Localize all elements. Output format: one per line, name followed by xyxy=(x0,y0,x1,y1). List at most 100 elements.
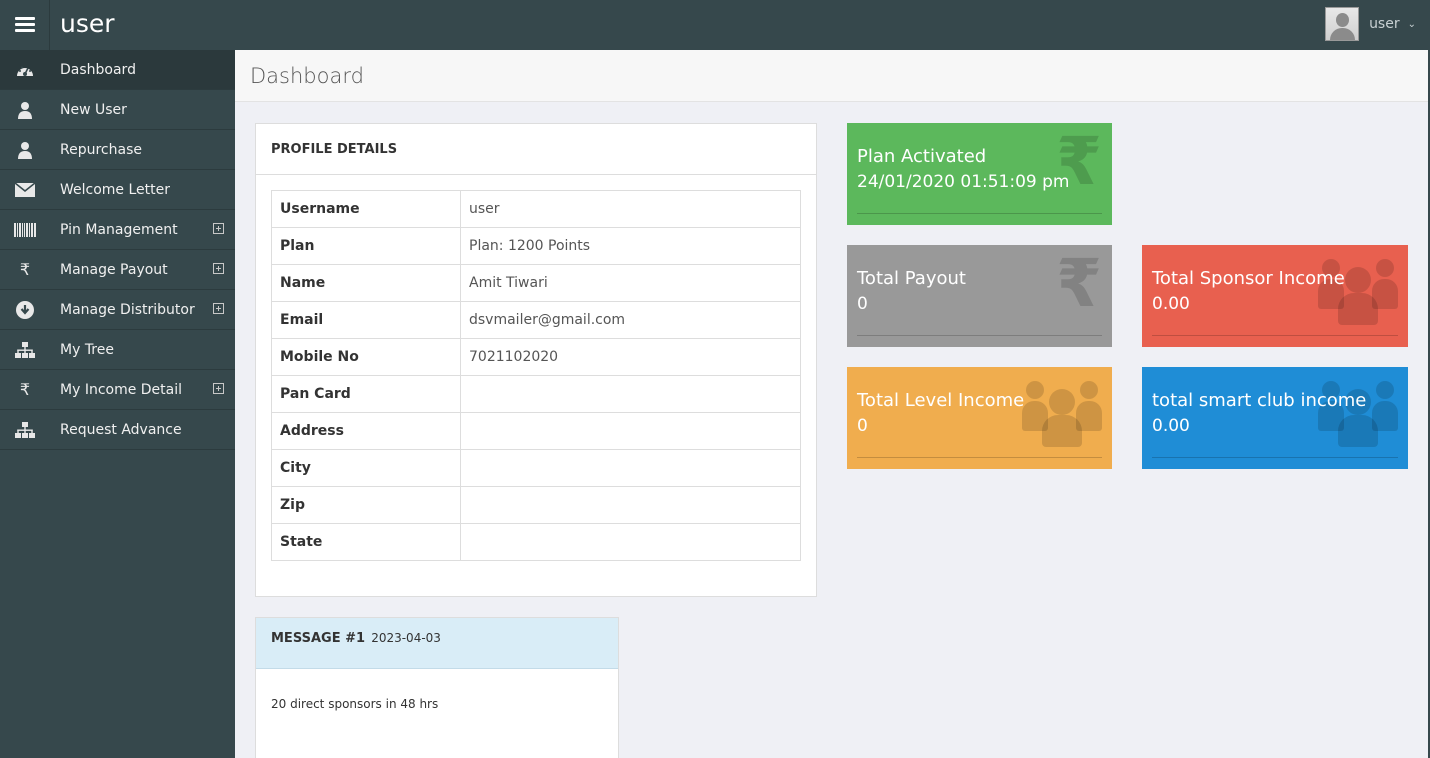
panel-title: PROFILE DETAILS xyxy=(256,124,816,175)
sidebar-item-label: Welcome Letter xyxy=(60,181,171,198)
profile-details-panel: PROFILE DETAILS Username user Plan Plan: 12… xyxy=(255,123,817,597)
divider xyxy=(857,335,1102,336)
brand-title[interactable]: user xyxy=(60,9,115,38)
message-header: MESSAGE #1 2023-04-03 xyxy=(256,618,618,669)
profile-field-label: State xyxy=(271,523,461,561)
user-icon xyxy=(0,101,50,119)
sidebar-item-welcome-letter[interactable]: Welcome Letter xyxy=(0,170,235,210)
table-row: City xyxy=(271,449,801,487)
table-row: State xyxy=(271,523,801,561)
sidebar-item-label: My Income Detail xyxy=(60,381,183,398)
sidebar-item-request-advance[interactable]: Request Advance xyxy=(0,410,235,450)
expand-plus-icon[interactable] xyxy=(213,223,224,234)
table-row: Email dsvmailer@gmail.com xyxy=(271,301,801,339)
sidebar-item-my-tree[interactable]: My Tree xyxy=(0,330,235,370)
profile-field-value xyxy=(460,375,801,413)
plan-activated-tile[interactable]: ₹ Plan Activated 24/01/2020 01:51:09 pm xyxy=(847,123,1112,225)
rupee-icon: ₹ xyxy=(19,380,31,399)
tile-title: Total Sponsor Income xyxy=(1152,268,1345,289)
rupee-icon: ₹ xyxy=(19,260,31,279)
tile-value: 24/01/2020 01:51:09 pm xyxy=(857,172,1070,192)
user-menu-name[interactable]: user xyxy=(1369,16,1400,32)
profile-field-label: City xyxy=(271,449,461,487)
profile-field-value xyxy=(460,486,801,524)
users-icon xyxy=(1318,255,1398,325)
envelope-icon xyxy=(0,182,50,197)
total-payout-tile[interactable]: ₹ Total Payout 0 xyxy=(847,245,1112,347)
tile-value: 0.00 xyxy=(1152,416,1190,436)
profile-field-value: dsvmailer@gmail.com xyxy=(460,301,801,339)
page-header: Dashboard xyxy=(235,50,1428,102)
tile-title: Total Level Income xyxy=(857,390,1025,411)
tile-value: 0 xyxy=(857,416,868,436)
divider xyxy=(1152,335,1398,336)
profile-field-value xyxy=(460,412,801,450)
message-title: MESSAGE #1 xyxy=(271,631,366,646)
table-row: Username user xyxy=(271,190,801,228)
profile-field-label: Plan xyxy=(271,227,461,265)
table-row: Zip xyxy=(271,486,801,524)
sidebar-item-label: Request Advance xyxy=(60,421,182,438)
tile-title: total smart club income xyxy=(1152,390,1367,411)
profile-field-value: Amit Tiwari xyxy=(460,264,801,302)
table-row: Name Amit Tiwari xyxy=(271,264,801,302)
profile-field-label: Email xyxy=(271,301,461,339)
sidebar-item-label: Manage Payout xyxy=(60,261,168,278)
profile-field-label: Mobile No xyxy=(271,338,461,376)
users-icon xyxy=(1318,377,1398,447)
sidebar-item-label: Pin Management xyxy=(60,221,178,238)
sidebar-item-repurchase[interactable]: Repurchase xyxy=(0,130,235,170)
profile-field-value xyxy=(460,523,801,561)
profile-field-label: Pan Card xyxy=(271,375,461,413)
message-panel: MESSAGE #1 2023-04-03 20 direct sponsors… xyxy=(255,617,619,758)
user-icon xyxy=(0,141,50,159)
table-row: Mobile No 7021102020 xyxy=(271,338,801,376)
sidebar-item-my-income-detail[interactable]: ₹ My Income Detail xyxy=(0,370,235,410)
message-date: 2023-04-03 xyxy=(371,631,441,645)
profile-table: Username user Plan Plan: 1200 Points Name Ami… xyxy=(271,190,801,561)
profile-field-value: Plan: 1200 Points xyxy=(460,227,801,265)
table-row: Address xyxy=(271,412,801,450)
sidebar-item-label: My Tree xyxy=(60,341,114,358)
menu-toggle-button[interactable] xyxy=(0,0,50,50)
tile-value: 0.00 xyxy=(1152,294,1190,314)
sidebar: Dashboard New User Repurchase Welcome Le… xyxy=(0,50,235,758)
download-circle-icon xyxy=(0,300,50,319)
hamburger-icon xyxy=(14,17,35,33)
sidebar-item-label: Dashboard xyxy=(60,61,136,78)
message-body: 20 direct sponsors in 48 hrs xyxy=(271,697,439,711)
table-row: Plan Plan: 1200 Points xyxy=(271,227,801,265)
sidebar-item-manage-payout[interactable]: ₹ Manage Payout xyxy=(0,250,235,290)
sidebar-item-label: Manage Distributor xyxy=(60,301,195,318)
table-row: Pan Card xyxy=(271,375,801,413)
sidebar-item-label: New User xyxy=(60,101,127,118)
sidebar-item-label: Repurchase xyxy=(60,141,142,158)
sidebar-item-dashboard[interactable]: Dashboard xyxy=(0,50,235,90)
dashboard-icon xyxy=(0,62,50,78)
profile-field-label: Name xyxy=(271,264,461,302)
expand-plus-icon[interactable] xyxy=(213,263,224,274)
profile-field-label: Address xyxy=(271,412,461,450)
sidebar-item-new-user[interactable]: New User xyxy=(0,90,235,130)
avatar[interactable] xyxy=(1325,7,1360,41)
sitemap-icon xyxy=(0,421,50,438)
divider xyxy=(1152,457,1398,458)
user-menu[interactable]: user ⌄ xyxy=(1325,6,1416,42)
sidebar-item-manage-distributor[interactable]: Manage Distributor xyxy=(0,290,235,330)
total-smart-club-income-tile[interactable]: total smart club income 0.00 xyxy=(1142,367,1408,469)
tile-title: Total Payout xyxy=(857,268,966,289)
expand-plus-icon[interactable] xyxy=(213,303,224,314)
tile-title: Plan Activated xyxy=(857,146,987,167)
divider xyxy=(857,213,1102,214)
total-sponsor-income-tile[interactable]: Total Sponsor Income 0.00 xyxy=(1142,245,1408,347)
users-icon xyxy=(1022,377,1102,447)
rupee-icon: ₹ xyxy=(1056,245,1102,322)
profile-field-value xyxy=(460,449,801,487)
expand-plus-icon[interactable] xyxy=(213,383,224,394)
sidebar-item-pin-management[interactable]: Pin Management xyxy=(0,210,235,250)
divider xyxy=(857,457,1102,458)
sitemap-icon xyxy=(0,341,50,358)
profile-field-value: user xyxy=(460,190,801,228)
chevron-down-icon[interactable]: ⌄ xyxy=(1408,19,1416,30)
total-level-income-tile[interactable]: Total Level Income 0 xyxy=(847,367,1112,469)
